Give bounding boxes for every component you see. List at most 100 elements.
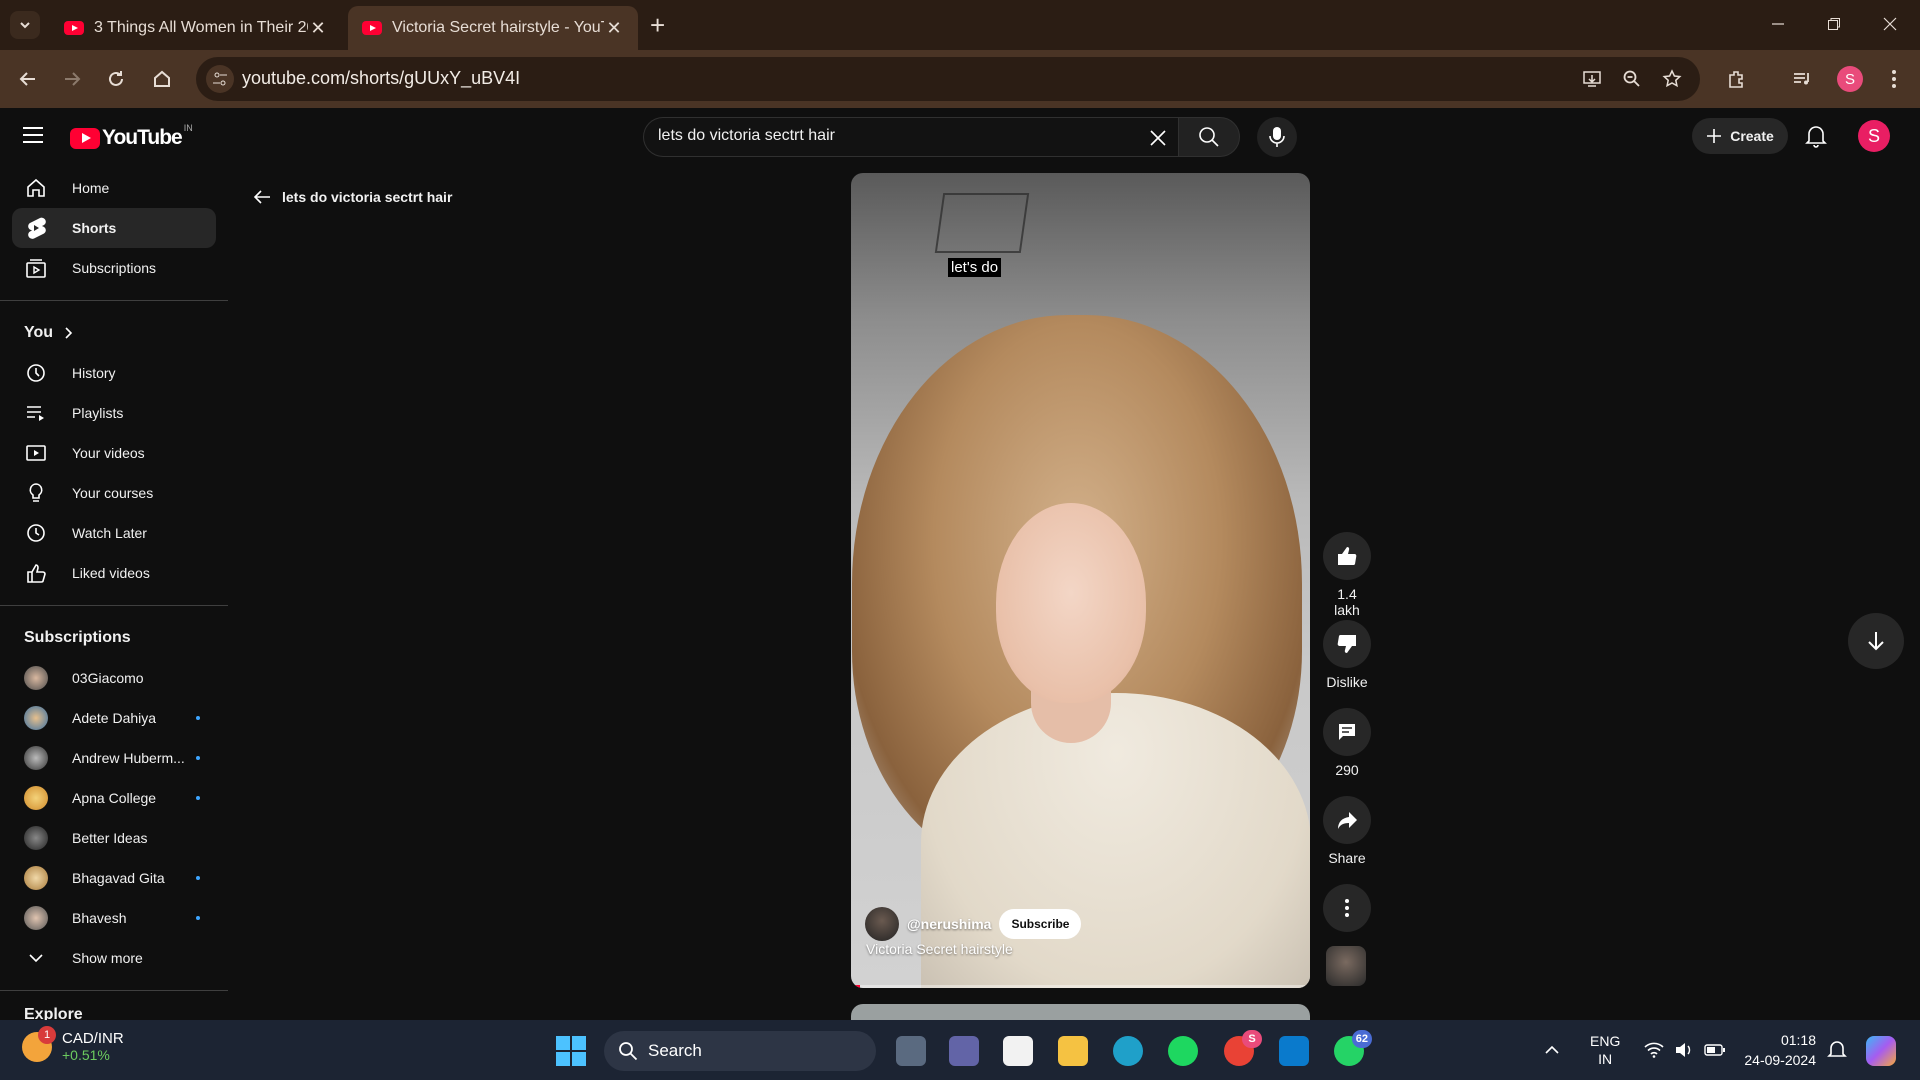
sidebar-item-label: Watch Later xyxy=(72,525,147,541)
video-progress-fill xyxy=(851,985,861,988)
notification-settings-icon[interactable] xyxy=(1826,1039,1848,1061)
search-button[interactable] xyxy=(1178,117,1240,157)
taskbar-clock[interactable]: 01:18 24-09-2024 xyxy=(1736,1030,1816,1070)
subscription-item[interactable]: Better Ideas xyxy=(12,818,216,858)
volume-icon[interactable] xyxy=(1674,1042,1694,1058)
subscription-item[interactable]: Apna College xyxy=(12,778,216,818)
browser-tab[interactable]: 3 Things All Women in Their 20s ✕ xyxy=(50,6,342,50)
sidebar-item-shorts[interactable]: Shorts xyxy=(12,208,216,248)
search-input[interactable] xyxy=(658,127,1118,145)
url-text: youtube.com/shorts/gUUxY_uBV4I xyxy=(242,68,521,88)
youtube-header: YouTube IN Create S xyxy=(0,108,1920,164)
zoom-icon[interactable] xyxy=(1620,67,1644,91)
sidebar-item-playlists[interactable]: Playlists xyxy=(12,393,216,433)
extensions-icon[interactable] xyxy=(1722,65,1750,93)
sidebar-item-history[interactable]: History xyxy=(12,353,216,393)
hamburger-menu-icon[interactable] xyxy=(22,126,50,148)
clock-time: 01:18 xyxy=(1780,1032,1816,1048)
widget-icon: 1 xyxy=(22,1025,56,1062)
share-button[interactable]: Share xyxy=(1323,796,1371,866)
media-control-icon[interactable] xyxy=(1788,65,1816,93)
bookmark-star-icon[interactable] xyxy=(1660,67,1684,91)
sidebar-item-label: Liked videos xyxy=(72,565,150,581)
battery-icon[interactable] xyxy=(1704,1043,1726,1057)
short-video-player[interactable]: let's do @nerushima Subscribe Victoria S… xyxy=(851,173,1310,988)
subscribe-button[interactable]: Subscribe xyxy=(999,909,1082,939)
new-content-dot xyxy=(196,716,200,720)
tab-search-button[interactable] xyxy=(10,11,40,39)
vscode-icon[interactable] xyxy=(1279,1036,1309,1066)
forward-icon[interactable] xyxy=(58,65,86,93)
site-settings-icon[interactable] xyxy=(206,65,234,93)
subscription-item[interactable]: Bhavesh xyxy=(12,898,216,938)
video-frame-face xyxy=(996,503,1146,703)
sidebar-item-your-videos[interactable]: Your videos xyxy=(12,433,216,473)
widget-change: +0.51% xyxy=(62,1047,110,1063)
subscription-item[interactable]: Bhagavad Gita xyxy=(12,858,216,898)
sound-thumbnail[interactable] xyxy=(1326,946,1366,986)
subscription-item[interactable]: Andrew Huberm... xyxy=(12,738,216,778)
teams-icon[interactable] xyxy=(949,1036,979,1066)
taskbar-search[interactable]: Search xyxy=(604,1031,876,1071)
youtube-page: YouTube IN Create S Home Shorts Subscrip… xyxy=(0,108,1920,1020)
edge-icon[interactable] xyxy=(1113,1036,1143,1066)
minimize-icon[interactable] xyxy=(1766,12,1790,36)
comments-button[interactable]: 290 xyxy=(1323,708,1371,778)
clear-search-icon[interactable] xyxy=(1144,124,1172,152)
show-more-button[interactable]: Show more xyxy=(12,938,216,978)
channel-avatar[interactable] xyxy=(865,907,899,941)
copilot-icon[interactable] xyxy=(1866,1036,1896,1066)
sidebar-item-your-courses[interactable]: Your courses xyxy=(12,473,216,513)
restore-icon[interactable] xyxy=(1822,12,1846,36)
search-box xyxy=(643,117,1178,157)
microsoft-store-icon[interactable] xyxy=(1003,1036,1033,1066)
install-app-icon[interactable] xyxy=(1580,67,1604,91)
chrome-icon[interactable]: S xyxy=(1224,1030,1262,1066)
account-avatar[interactable]: S xyxy=(1858,120,1890,152)
voice-search-button[interactable] xyxy=(1257,117,1297,157)
subscription-item[interactable]: Adete Dahiya xyxy=(12,698,216,738)
youtube-logo[interactable]: YouTube IN xyxy=(70,123,193,150)
close-tab-icon[interactable]: ✕ xyxy=(308,18,328,39)
back-icon[interactable] xyxy=(14,65,42,93)
more-actions-button[interactable] xyxy=(1323,884,1371,938)
reload-icon[interactable] xyxy=(102,65,130,93)
task-view-icon[interactable] xyxy=(896,1036,926,1066)
whatsapp-icon[interactable]: 62 xyxy=(1334,1030,1372,1066)
new-tab-button[interactable]: + xyxy=(650,10,665,41)
channel-name[interactable]: @nerushima xyxy=(907,916,991,932)
browser-tab-active[interactable]: Victoria Secret hairstyle - YouTube ✕ xyxy=(348,6,638,50)
browser-profile-avatar[interactable]: S xyxy=(1837,66,1863,92)
sidebar-item-home[interactable]: Home xyxy=(12,168,216,208)
close-window-icon[interactable] xyxy=(1878,12,1902,36)
wifi-icon[interactable] xyxy=(1644,1042,1664,1058)
close-tab-icon[interactable]: ✕ xyxy=(604,18,624,39)
input-language[interactable]: ENG IN xyxy=(1590,1032,1620,1068)
sidebar-item-liked-videos[interactable]: Liked videos xyxy=(12,553,216,593)
widgets-button[interactable]: 1 CAD/INR +0.51% xyxy=(22,1025,124,1063)
sidebar-item-watch-later[interactable]: Watch Later xyxy=(12,513,216,553)
ceiling-vent xyxy=(934,193,1030,253)
create-button[interactable]: Create xyxy=(1692,118,1788,154)
subscription-item[interactable]: 03Giacomo xyxy=(12,658,216,698)
next-short-preview[interactable] xyxy=(851,1004,1310,1020)
new-content-dot xyxy=(196,916,200,920)
like-button[interactable]: 1.4 lakh xyxy=(1323,532,1371,618)
dislike-button[interactable]: Dislike xyxy=(1323,620,1371,690)
file-explorer-icon[interactable] xyxy=(1058,1036,1088,1066)
windows-start-icon[interactable] xyxy=(556,1036,586,1066)
explore-section-header: Explore xyxy=(24,1006,83,1020)
spotify-icon[interactable] xyxy=(1168,1036,1198,1066)
chevron-up-icon[interactable] xyxy=(1544,1042,1560,1058)
thumbs-down-icon xyxy=(1323,620,1371,668)
you-section-header[interactable]: You xyxy=(0,313,228,353)
video-progress-bar[interactable] xyxy=(851,985,1310,988)
tab-title: Victoria Secret hairstyle - YouTube xyxy=(392,19,604,36)
address-bar[interactable]: youtube.com/shorts/gUUxY_uBV4I xyxy=(196,57,1700,101)
home-icon[interactable] xyxy=(148,65,176,93)
browser-menu-icon[interactable] xyxy=(1880,65,1908,93)
next-short-button[interactable] xyxy=(1848,613,1904,669)
notifications-bell-icon[interactable] xyxy=(1802,122,1830,150)
back-to-search-link[interactable]: lets do victoria sectrt hair xyxy=(252,188,452,206)
sidebar-item-subscriptions[interactable]: Subscriptions xyxy=(12,248,216,288)
